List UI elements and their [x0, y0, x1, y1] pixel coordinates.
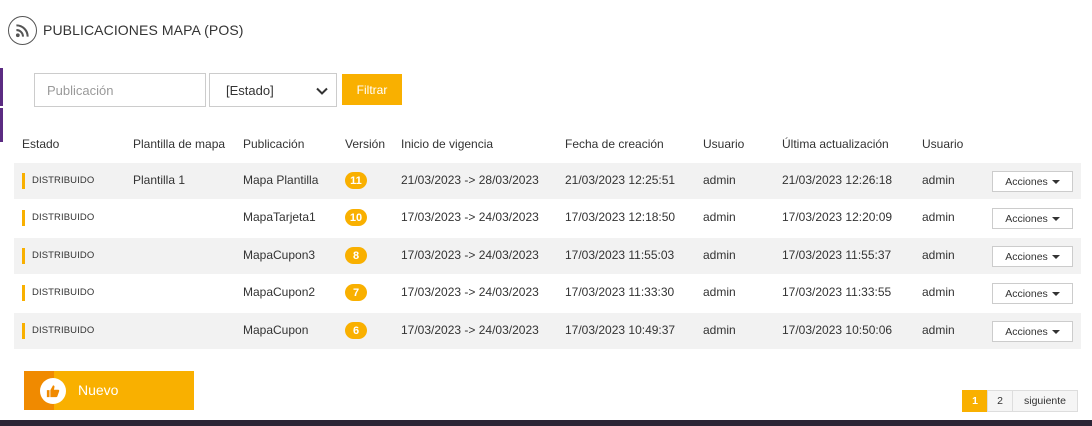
table-row: DISTRIBUIDO Plantilla 1 Mapa Plantilla 1…	[14, 163, 1081, 199]
validity-cell: 17/03/2023 -> 24/03/2023	[401, 210, 539, 224]
updated-cell: 17/03/2023 10:50:06	[782, 323, 893, 337]
updated-user-cell: admin	[922, 173, 955, 187]
page-title: PUBLICACIONES MAPA (POS)	[43, 22, 244, 38]
chevron-down-icon	[316, 83, 328, 98]
updated-user-cell: admin	[922, 323, 955, 337]
column-header-publicacion: Publicación	[243, 137, 305, 151]
publication-cell: MapaTarjeta1	[243, 210, 316, 224]
actions-label: Acciones	[1005, 175, 1048, 188]
page-header: PUBLICACIONES MAPA (POS)	[8, 15, 244, 45]
status-badge: DISTRIBUIDO	[32, 212, 95, 223]
status-select[interactable]: [Estado]	[209, 73, 337, 107]
created-cell: 17/03/2023 11:33:30	[565, 285, 675, 299]
column-header-inicio-vigencia: Inicio de vigencia	[401, 137, 494, 151]
publication-cell: MapaCupon	[243, 323, 309, 337]
user-cell: admin	[703, 248, 736, 262]
actions-label: Acciones	[1005, 287, 1048, 300]
rss-icon	[8, 15, 37, 45]
column-header-estado: Estado	[22, 137, 60, 151]
publication-cell: MapaCupon2	[243, 285, 316, 299]
actions-label: Acciones	[1005, 325, 1048, 338]
status-badge: DISTRIBUIDO	[32, 250, 95, 261]
updated-user-cell: admin	[922, 210, 955, 224]
status-indicator	[22, 285, 25, 301]
new-publication-button[interactable]: Nuevo	[24, 371, 194, 410]
updated-user-cell: admin	[922, 285, 955, 299]
column-header-ultima-actualizacion: Última actualización	[782, 137, 889, 151]
actions-dropdown-button[interactable]: Acciones	[992, 246, 1073, 267]
actions-dropdown-button[interactable]: Acciones	[992, 283, 1073, 304]
status-badge: DISTRIBUIDO	[32, 175, 95, 186]
version-badge: 7	[345, 284, 367, 301]
status-indicator	[22, 323, 25, 339]
table-row: DISTRIBUIDO MapaTarjeta1 10 17/03/2023 -…	[14, 200, 1081, 236]
created-cell: 17/03/2023 12:18:50	[565, 210, 676, 224]
updated-cell: 21/03/2023 12:26:18	[782, 173, 893, 187]
table-row: DISTRIBUIDO MapaCupon2 7 17/03/2023 -> 2…	[14, 275, 1081, 311]
table-row: DISTRIBUIDO MapaCupon3 8 17/03/2023 -> 2…	[14, 238, 1081, 274]
next-page-button[interactable]: siguiente	[1012, 390, 1078, 412]
validity-cell: 17/03/2023 -> 24/03/2023	[401, 323, 539, 337]
actions-label: Acciones	[1005, 212, 1048, 225]
page-1-button[interactable]: 1	[962, 390, 988, 412]
status-indicator	[22, 248, 25, 264]
user-cell: admin	[703, 323, 736, 337]
user-cell: admin	[703, 285, 736, 299]
version-badge: 10	[345, 209, 367, 226]
caret-down-icon	[1051, 330, 1060, 334]
version-badge: 6	[345, 322, 367, 339]
column-header-usuario: Usuario	[703, 137, 745, 151]
updated-user-cell: admin	[922, 248, 955, 262]
status-select-value: [Estado]	[226, 82, 274, 98]
sidebar-accent-top	[0, 68, 3, 106]
caret-down-icon	[1051, 255, 1060, 259]
publication-cell: Mapa Plantilla	[243, 173, 319, 187]
actions-dropdown-button[interactable]: Acciones	[992, 171, 1073, 192]
new-button-label: Nuevo	[78, 382, 119, 398]
publication-search-input[interactable]	[34, 73, 206, 107]
column-header-plantilla: Plantilla de mapa	[133, 137, 226, 151]
actions-dropdown-button[interactable]: Acciones	[992, 321, 1073, 342]
validity-cell: 21/03/2023 -> 28/03/2023	[401, 173, 539, 187]
filter-button[interactable]: Filtrar	[342, 74, 402, 105]
status-indicator	[22, 210, 25, 226]
actions-label: Acciones	[1005, 250, 1048, 263]
version-badge: 11	[345, 172, 367, 189]
created-cell: 21/03/2023 12:25:51	[565, 173, 676, 187]
status-badge: DISTRIBUIDO	[32, 325, 95, 336]
updated-cell: 17/03/2023 11:33:55	[782, 285, 892, 299]
table-row: DISTRIBUIDO MapaCupon 6 17/03/2023 -> 24…	[14, 313, 1081, 349]
actions-dropdown-button[interactable]: Acciones	[992, 208, 1073, 229]
status-indicator	[22, 173, 25, 189]
validity-cell: 17/03/2023 -> 24/03/2023	[401, 248, 539, 262]
sidebar-accent-bottom	[0, 108, 3, 142]
validity-cell: 17/03/2023 -> 24/03/2023	[401, 285, 539, 299]
caret-down-icon	[1051, 292, 1060, 296]
created-cell: 17/03/2023 10:49:37	[565, 323, 676, 337]
column-header-fecha-creacion: Fecha de creación	[565, 137, 664, 151]
created-cell: 17/03/2023 11:55:03	[565, 248, 675, 262]
template-cell: Plantilla 1	[133, 173, 186, 187]
user-cell: admin	[703, 173, 736, 187]
column-header-usuario-actualizacion: Usuario	[922, 137, 964, 151]
version-badge: 8	[345, 247, 367, 264]
bottom-edge-bar	[0, 420, 1092, 426]
column-header-version: Versión	[345, 137, 386, 151]
thumbs-up-icon	[40, 378, 66, 404]
page-2-button[interactable]: 2	[987, 390, 1013, 412]
caret-down-icon	[1051, 217, 1060, 221]
user-cell: admin	[703, 210, 736, 224]
pagination: 1 2 siguiente	[962, 390, 1078, 412]
updated-cell: 17/03/2023 12:20:09	[782, 210, 893, 224]
publication-cell: MapaCupon3	[243, 248, 316, 262]
caret-down-icon	[1051, 180, 1060, 184]
updated-cell: 17/03/2023 11:55:37	[782, 248, 892, 262]
status-badge: DISTRIBUIDO	[32, 287, 95, 298]
